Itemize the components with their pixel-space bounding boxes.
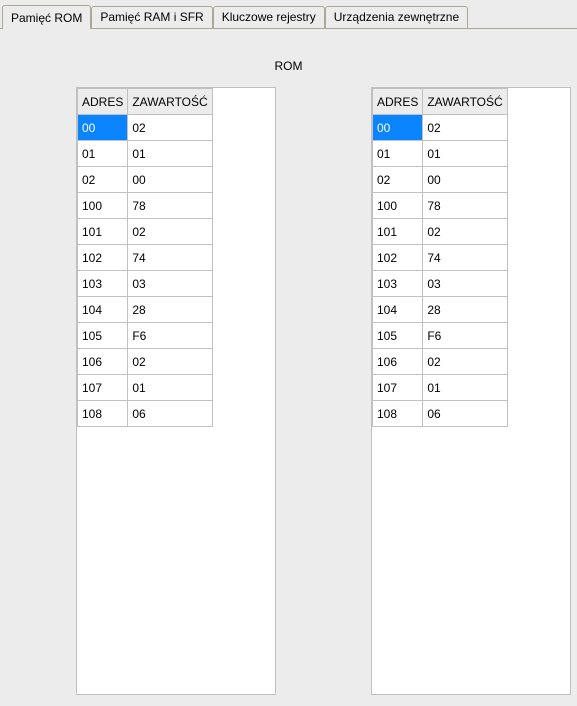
page-title: ROM: [0, 59, 577, 73]
cell-address[interactable]: 02: [373, 167, 423, 193]
cell-address[interactable]: 108: [78, 401, 128, 427]
cell-address[interactable]: 106: [373, 349, 423, 375]
cell-address[interactable]: 100: [373, 193, 423, 219]
cell-value[interactable]: F6: [128, 323, 212, 349]
cell-value[interactable]: 06: [128, 401, 212, 427]
table-row[interactable]: 0200: [78, 167, 213, 193]
cell-address[interactable]: 104: [373, 297, 423, 323]
cell-address[interactable]: 108: [373, 401, 423, 427]
table-row[interactable]: 0101: [78, 141, 213, 167]
table-row[interactable]: 10806: [373, 401, 508, 427]
cell-value[interactable]: 02: [128, 219, 212, 245]
table-row[interactable]: 0101: [373, 141, 508, 167]
cell-value[interactable]: 78: [423, 193, 507, 219]
cell-address[interactable]: 103: [373, 271, 423, 297]
table-row[interactable]: 10102: [373, 219, 508, 245]
cell-value[interactable]: 03: [128, 271, 212, 297]
col-header-value[interactable]: ZAWARTOŚĆ: [423, 89, 507, 115]
cell-address[interactable]: 106: [78, 349, 128, 375]
table-row[interactable]: 10428: [78, 297, 213, 323]
table-row[interactable]: 10806: [78, 401, 213, 427]
tab-2[interactable]: Kluczowe rejestry: [213, 6, 325, 28]
cell-address[interactable]: 103: [78, 271, 128, 297]
cell-address[interactable]: 107: [78, 375, 128, 401]
cell-address[interactable]: 02: [78, 167, 128, 193]
cell-value[interactable]: 01: [128, 141, 212, 167]
cell-value[interactable]: 01: [423, 375, 507, 401]
table-row[interactable]: 10701: [78, 375, 213, 401]
col-header-address[interactable]: ADRES: [373, 89, 423, 115]
cell-value[interactable]: 02: [423, 349, 507, 375]
tab-strip: Pamięć ROMPamięć RAM i SFRKluczowe rejes…: [0, 0, 577, 29]
rom-table-right-grid: ADRES ZAWARTOŚĆ 000201010200100781010210…: [372, 88, 508, 427]
cell-address[interactable]: 102: [373, 245, 423, 271]
table-row[interactable]: 10274: [78, 245, 213, 271]
tab-0[interactable]: Pamięć ROM: [2, 5, 91, 29]
tables-row: ADRES ZAWARTOŚĆ 000201010200100781010210…: [0, 87, 577, 695]
cell-address[interactable]: 101: [373, 219, 423, 245]
cell-value[interactable]: 00: [128, 167, 212, 193]
cell-address[interactable]: 101: [78, 219, 128, 245]
cell-value[interactable]: 02: [128, 115, 212, 141]
table-row[interactable]: 105F6: [373, 323, 508, 349]
table-row[interactable]: 10102: [78, 219, 213, 245]
table-row[interactable]: 0200: [373, 167, 508, 193]
table-row[interactable]: 10602: [78, 349, 213, 375]
rom-table-left[interactable]: ADRES ZAWARTOŚĆ 000201010200100781010210…: [76, 87, 276, 695]
table-row[interactable]: 10078: [373, 193, 508, 219]
cell-value[interactable]: 03: [423, 271, 507, 297]
table-row[interactable]: 0002: [78, 115, 213, 141]
cell-value[interactable]: 02: [423, 219, 507, 245]
cell-address[interactable]: 102: [78, 245, 128, 271]
cell-value[interactable]: 02: [423, 115, 507, 141]
cell-value[interactable]: 74: [423, 245, 507, 271]
cell-value[interactable]: 06: [423, 401, 507, 427]
cell-address[interactable]: 105: [373, 323, 423, 349]
table-row[interactable]: 10602: [373, 349, 508, 375]
cell-address[interactable]: 104: [78, 297, 128, 323]
cell-address[interactable]: 00: [78, 115, 128, 141]
cell-value[interactable]: 01: [423, 141, 507, 167]
cell-value[interactable]: 28: [128, 297, 212, 323]
tab-1[interactable]: Pamięć RAM i SFR: [91, 6, 212, 28]
cell-value[interactable]: 78: [128, 193, 212, 219]
rom-table-right[interactable]: ADRES ZAWARTOŚĆ 000201010200100781010210…: [371, 87, 571, 695]
cell-value[interactable]: 01: [128, 375, 212, 401]
cell-address[interactable]: 105: [78, 323, 128, 349]
rom-table-left-grid: ADRES ZAWARTOŚĆ 000201010200100781010210…: [77, 88, 213, 427]
cell-value[interactable]: 00: [423, 167, 507, 193]
table-row[interactable]: 0002: [373, 115, 508, 141]
cell-value[interactable]: F6: [423, 323, 507, 349]
cell-value[interactable]: 02: [128, 349, 212, 375]
table-row[interactable]: 10303: [373, 271, 508, 297]
cell-address[interactable]: 01: [78, 141, 128, 167]
cell-address[interactable]: 00: [373, 115, 423, 141]
table-row[interactable]: 10274: [373, 245, 508, 271]
cell-value[interactable]: 74: [128, 245, 212, 271]
col-header-value[interactable]: ZAWARTOŚĆ: [128, 89, 212, 115]
table-row[interactable]: 10078: [78, 193, 213, 219]
cell-address[interactable]: 107: [373, 375, 423, 401]
table-row[interactable]: 10303: [78, 271, 213, 297]
cell-address[interactable]: 01: [373, 141, 423, 167]
col-header-address[interactable]: ADRES: [78, 89, 128, 115]
cell-value[interactable]: 28: [423, 297, 507, 323]
table-row[interactable]: 105F6: [78, 323, 213, 349]
table-row[interactable]: 10701: [373, 375, 508, 401]
tab-3[interactable]: Urządzenia zewnętrzne: [325, 6, 468, 28]
cell-address[interactable]: 100: [78, 193, 128, 219]
table-row[interactable]: 10428: [373, 297, 508, 323]
